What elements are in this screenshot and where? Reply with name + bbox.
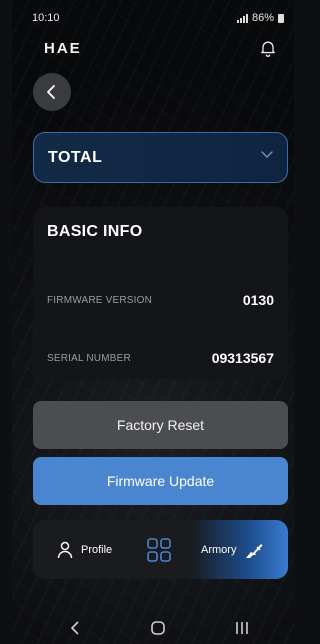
serial-number-label: SERIAL NUMBER bbox=[47, 352, 131, 364]
nav-armory-label: Armory bbox=[201, 543, 237, 556]
factory-reset-button[interactable]: Factory Reset bbox=[33, 401, 288, 449]
person-icon bbox=[57, 541, 73, 558]
system-recents-icon[interactable] bbox=[234, 620, 250, 636]
nav-profile[interactable]: Profile bbox=[57, 520, 112, 579]
firmware-version-label: FIRMWARE VERSION bbox=[47, 294, 153, 306]
bottom-nav: Profile Armory bbox=[33, 520, 288, 579]
chevron-down-icon bbox=[261, 151, 273, 159]
rifle-icon bbox=[246, 543, 263, 558]
card-title: BASIC INFO bbox=[47, 223, 143, 240]
battery-percent: 86% bbox=[251, 12, 274, 24]
nav-dashboard[interactable] bbox=[147, 520, 171, 579]
battery-icon bbox=[278, 13, 284, 23]
nav-profile-label: Profile bbox=[81, 543, 113, 556]
device-select-dropdown[interactable]: TOTAL bbox=[33, 132, 288, 183]
back-arrow-icon bbox=[47, 85, 55, 99]
dropdown-selected-value: TOTAL bbox=[48, 148, 103, 166]
bell-icon[interactable] bbox=[258, 38, 278, 58]
basic-info-card: BASIC INFO FIRMWARE VERSION 0130 SERIAL … bbox=[33, 207, 288, 379]
status-icons: 86% bbox=[236, 12, 284, 24]
back-button[interactable] bbox=[33, 73, 71, 111]
nav-armory[interactable]: Armory bbox=[201, 520, 264, 579]
grid-icon bbox=[147, 537, 171, 562]
firmware-version-row: FIRMWARE VERSION 0130 bbox=[47, 271, 274, 329]
status-bar: 10:10 86% bbox=[12, 0, 294, 34]
status-time: 10:10 bbox=[32, 12, 60, 24]
system-nav-bar bbox=[12, 614, 294, 644]
firmware-version-value: 0130 bbox=[242, 292, 274, 308]
brand-logo: HAE bbox=[44, 40, 82, 57]
signal-icon bbox=[236, 13, 248, 23]
firmware-update-button[interactable]: Firmware Update bbox=[33, 457, 288, 505]
system-home-icon[interactable] bbox=[150, 620, 166, 636]
app-screen: 10:10 86% HAE TOTAL BASIC INFO FIRMWARE … bbox=[12, 0, 294, 644]
serial-number-value: 09313567 bbox=[211, 350, 274, 366]
system-back-icon[interactable] bbox=[70, 620, 80, 636]
serial-number-row: SERIAL NUMBER 09313567 bbox=[47, 329, 274, 387]
